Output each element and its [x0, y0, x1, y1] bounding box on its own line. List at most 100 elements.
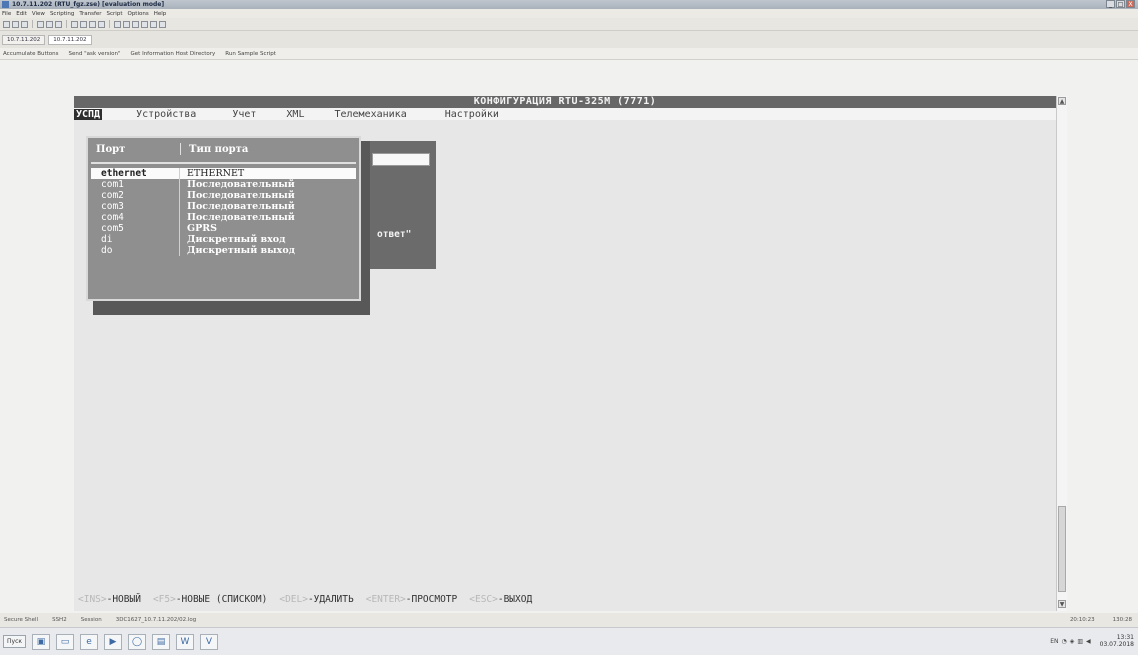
- script-icon[interactable]: [150, 20, 157, 28]
- hotkey-exit[interactable]: <ESC>-ВЫХОД: [469, 594, 532, 605]
- media-icon[interactable]: ▶: [104, 633, 122, 650]
- port-name: ethernet: [101, 168, 147, 179]
- os-taskbar: Пуск ▣ ▭ e ▶ ◯ ▤ W V EN ◔ ◈ ▥ ◀ 13:31 03…: [0, 627, 1138, 655]
- button-bar: Accumulate Buttons Send "ask version" Ge…: [0, 48, 1138, 60]
- terminal-scrollbar[interactable]: ▲ ▼: [1056, 96, 1067, 611]
- menu-script[interactable]: Script: [107, 11, 123, 17]
- browser-icon[interactable]: e: [80, 633, 98, 650]
- word-icon[interactable]: W: [176, 633, 194, 650]
- status-protocol: Secure Shell: [4, 617, 39, 623]
- tray-icon[interactable]: ◔: [1061, 638, 1066, 645]
- port-row-com4[interactable]: com4 Последовательный: [91, 212, 356, 223]
- hotkey-delete-label: -УДАЛИТЬ: [307, 594, 354, 605]
- folder-icon[interactable]: ▭: [56, 633, 74, 650]
- hotkey-new-label: -НОВЫЙ: [106, 594, 141, 605]
- disconnect-icon[interactable]: [46, 20, 53, 28]
- session-tabs: 10.7.11.202 10.7.11.202: [0, 31, 1138, 48]
- menu-options[interactable]: Options: [127, 11, 148, 17]
- port-row-com2[interactable]: com2 Последовательный: [91, 190, 356, 201]
- maximize-button[interactable]: □: [1116, 0, 1125, 8]
- connect-icon[interactable]: [3, 20, 10, 28]
- explorer-icon[interactable]: ▣: [32, 633, 50, 650]
- close-button[interactable]: X: [1126, 0, 1135, 8]
- copy-icon[interactable]: [55, 20, 62, 28]
- app-icon[interactable]: ◯: [128, 633, 146, 650]
- terminal-menu: УСПД Устройства Учет XML Телемеханика На…: [74, 108, 1056, 120]
- port-row-com3[interactable]: com3 Последовательный: [91, 201, 356, 212]
- menu-xml[interactable]: XML: [286, 109, 304, 120]
- key-ins: <INS>: [78, 594, 107, 605]
- status-cursor-pos: 130:28: [1112, 617, 1132, 623]
- key-enter: <ENTER>: [365, 594, 406, 605]
- menu-file[interactable]: File: [2, 11, 11, 17]
- link-accumulate-buttons[interactable]: Accumulate Buttons: [3, 51, 59, 57]
- hotkey-new-list[interactable]: <F5>-НОВЫЕ (СПИСКОМ): [153, 594, 267, 605]
- minimize-button[interactable]: _: [1106, 0, 1115, 8]
- link-run-sample-script[interactable]: Run Sample Script: [225, 51, 276, 57]
- new-tab-icon[interactable]: [21, 20, 28, 28]
- network-icon[interactable]: ▥: [1077, 638, 1083, 645]
- clock-date: 03.07.2018: [1099, 641, 1134, 648]
- paste-icon[interactable]: [71, 20, 78, 28]
- port-name: com4: [101, 212, 124, 223]
- background-input-field[interactable]: [372, 153, 430, 166]
- find-icon[interactable]: [80, 20, 87, 28]
- port-row-ethernet[interactable]: ethernet ETHERNET: [91, 168, 356, 179]
- port-name: di: [101, 234, 113, 245]
- background-dialog-text: ответ": [377, 229, 412, 240]
- menu-settings[interactable]: Настройки: [445, 109, 499, 120]
- scroll-down-icon[interactable]: ▼: [1058, 600, 1066, 608]
- menu-view[interactable]: View: [32, 11, 45, 17]
- volume-icon[interactable]: ◀: [1086, 638, 1091, 645]
- port-name: com2: [101, 190, 124, 201]
- log-icon[interactable]: [141, 20, 148, 28]
- language-indicator[interactable]: EN: [1050, 638, 1058, 645]
- link-get-info[interactable]: Get Information Host Directory: [131, 51, 216, 57]
- port-row-com5[interactable]: com5 GPRS: [91, 223, 356, 234]
- scroll-thumb[interactable]: [1058, 506, 1066, 592]
- system-tray: EN ◔ ◈ ▥ ◀ 13:31 03.07.2018: [1050, 634, 1134, 648]
- session-tab-active[interactable]: 10.7.11.202: [48, 34, 92, 45]
- clock-time: 13:31: [1116, 634, 1134, 641]
- hotkey-view-label: -ПРОСМОТР: [405, 594, 458, 605]
- port-name: com5: [101, 223, 124, 234]
- popup-header: Порт Тип порта: [88, 138, 359, 160]
- terminal-app-icon[interactable]: ▤: [152, 633, 170, 650]
- port-type: GPRS: [179, 223, 356, 234]
- menu-accounting[interactable]: Учет: [232, 109, 256, 120]
- menu-scripting[interactable]: Scripting: [50, 11, 74, 17]
- toolbar-separator: [109, 20, 110, 28]
- options-icon[interactable]: [132, 20, 139, 28]
- hotkey-new-list-label: -НОВЫЕ (СПИСКОМ): [175, 594, 268, 605]
- port-row-do[interactable]: do Дискретный выход: [91, 245, 356, 256]
- menu-uspd[interactable]: УСПД: [74, 108, 103, 120]
- column-divider: [180, 143, 181, 155]
- port-row-com1[interactable]: com1 Последовательный: [91, 179, 356, 190]
- port-name: do: [101, 245, 113, 256]
- quick-connect-icon[interactable]: [12, 20, 19, 28]
- viewer-icon[interactable]: V: [200, 633, 218, 650]
- sftp-icon[interactable]: [114, 20, 121, 28]
- link-send-version[interactable]: Send "ask version": [69, 51, 121, 57]
- menu-help[interactable]: Help: [154, 11, 167, 17]
- menu-transfer[interactable]: Transfer: [79, 11, 101, 17]
- session-tab[interactable]: 10.7.11.202: [2, 34, 46, 45]
- tray-icon[interactable]: ◈: [1070, 638, 1075, 645]
- menu-telemechanics[interactable]: Телемеханика: [334, 109, 406, 120]
- menu-edit[interactable]: Edit: [16, 11, 27, 17]
- keymap-icon[interactable]: [123, 20, 130, 28]
- clock[interactable]: 13:31 03.07.2018: [1100, 634, 1134, 648]
- port-type: Последовательный: [179, 179, 356, 190]
- hotkey-new[interactable]: <INS>-НОВЫЙ: [78, 594, 141, 605]
- menu-devices[interactable]: Устройства: [136, 109, 196, 120]
- port-row-di[interactable]: di Дискретный вход: [91, 234, 356, 245]
- help-icon[interactable]: [159, 20, 166, 28]
- start-button[interactable]: Пуск: [3, 635, 26, 648]
- print-icon[interactable]: [89, 20, 96, 28]
- hotkey-delete[interactable]: <DEL>-УДАЛИТЬ: [279, 594, 353, 605]
- hotkey-view[interactable]: <ENTER>-ПРОСМОТР: [366, 594, 458, 605]
- reconnect-icon[interactable]: [37, 20, 44, 28]
- port-type: Последовательный: [179, 212, 356, 223]
- scroll-up-icon[interactable]: ▲: [1058, 97, 1066, 105]
- settings-icon[interactable]: [98, 20, 105, 28]
